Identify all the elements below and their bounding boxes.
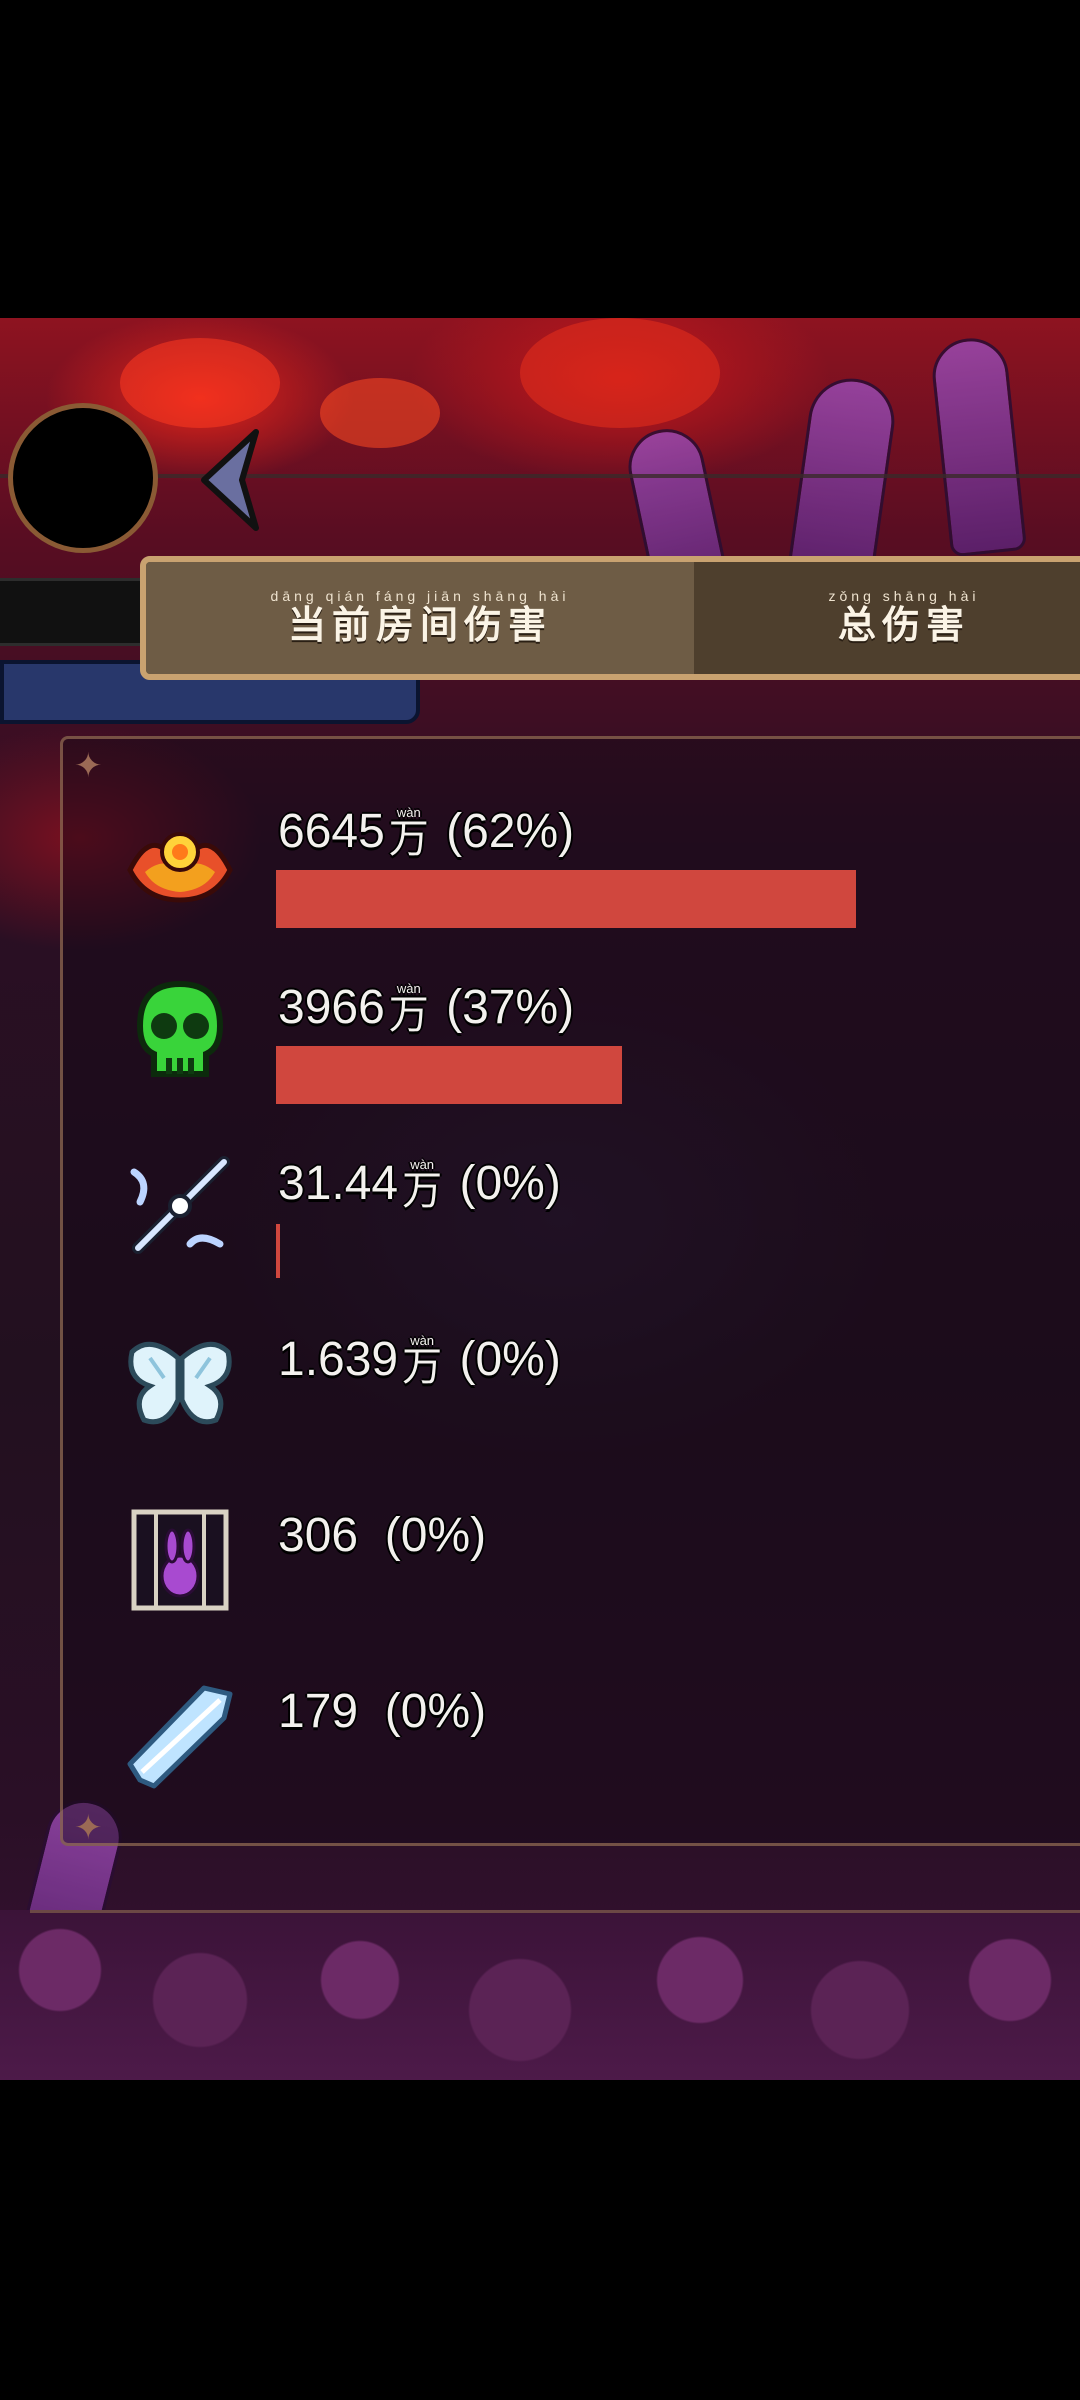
wan-unit: wàn 万	[388, 806, 429, 861]
damage-percent: (0%)	[371, 1509, 487, 1562]
caged-rabbit-icon	[120, 1504, 240, 1614]
green-skull-icon	[120, 976, 240, 1086]
damage-value: 306 (0%)	[278, 1508, 486, 1563]
butterfly-wings-icon	[120, 1328, 240, 1438]
damage-entry: 3966 wàn 万 (37%)	[0, 968, 1080, 1128]
unit-char: 万	[402, 1345, 443, 1389]
damage-number: 6645	[278, 805, 385, 858]
tab-pinyin: dāng qián fáng jiān shāng hài	[270, 588, 570, 604]
avatar-frame[interactable]	[8, 403, 158, 553]
damage-percent: (0%)	[371, 1685, 487, 1738]
damage-share-bar	[276, 1046, 622, 1104]
damage-entry: 306 (0%)	[0, 1496, 1080, 1656]
damage-share-bar	[276, 1224, 280, 1278]
tab-label: 总伤害	[837, 605, 970, 647]
damage-percent: (62%)	[432, 805, 575, 858]
damage-entry: 31.44 wàn 万 (0%)	[0, 1144, 1080, 1304]
damage-value: 1.639 wàn 万 (0%)	[278, 1332, 561, 1387]
tab-left-stub	[0, 578, 150, 646]
crossed-blades-icon	[120, 1152, 240, 1262]
tab-total-damage[interactable]: zǒng shāng hài 总伤害	[694, 562, 1080, 674]
damage-value: 6645 wàn 万 (62%)	[278, 804, 574, 859]
lava-blob	[120, 338, 280, 428]
hud-line	[0, 474, 1080, 478]
panel-divider	[30, 1910, 1080, 1913]
floor-cells	[0, 1910, 1080, 2080]
fire-flower-icon	[120, 800, 240, 910]
damage-percent: (37%)	[432, 981, 575, 1034]
lava-blob	[520, 318, 720, 428]
wan-unit: wàn 万	[402, 1334, 443, 1389]
unit-char: 万	[388, 993, 429, 1037]
damage-percent: (0%)	[446, 1333, 561, 1386]
unit-char: 万	[402, 1169, 443, 1213]
wan-unit: wàn 万	[402, 1158, 443, 1213]
damage-percent: (0%)	[446, 1157, 561, 1210]
damage-value: 31.44 wàn 万 (0%)	[278, 1156, 561, 1211]
tentacle	[928, 334, 1028, 558]
ice-shard-icon	[120, 1680, 240, 1790]
damage-number: 3966	[278, 981, 385, 1034]
damage-entry: 1.639 wàn 万 (0%)	[0, 1320, 1080, 1480]
damage-number: 306	[278, 1509, 359, 1562]
damage-entry: 179 (0%)	[0, 1672, 1080, 1832]
tab-current-room-damage[interactable]: dāng qián fáng jiān shāng hài 当前房间伤害	[146, 562, 694, 674]
tab-label: 当前房间伤害	[287, 605, 552, 647]
damage-entry: 6645 wàn 万 (62%)	[0, 792, 1080, 952]
damage-number: 31.44	[278, 1157, 399, 1210]
sparkle-icon: ✦	[74, 747, 103, 785]
lava-blob	[320, 378, 440, 448]
damage-number: 179	[278, 1685, 359, 1738]
damage-number: 1.639	[278, 1333, 399, 1386]
damage-value: 179 (0%)	[278, 1684, 486, 1739]
damage-share-bar	[276, 870, 856, 928]
tab-pinyin: zǒng shāng hài	[828, 588, 980, 604]
damage-value: 3966 wàn 万 (37%)	[278, 980, 574, 1035]
unit-char: 万	[388, 817, 429, 861]
back-arrow-icon[interactable]	[196, 428, 266, 532]
damage-tabs: dāng qián fáng jiān shāng hài 当前房间伤害 zǒn…	[140, 556, 1080, 680]
wan-unit: wàn 万	[388, 982, 429, 1037]
